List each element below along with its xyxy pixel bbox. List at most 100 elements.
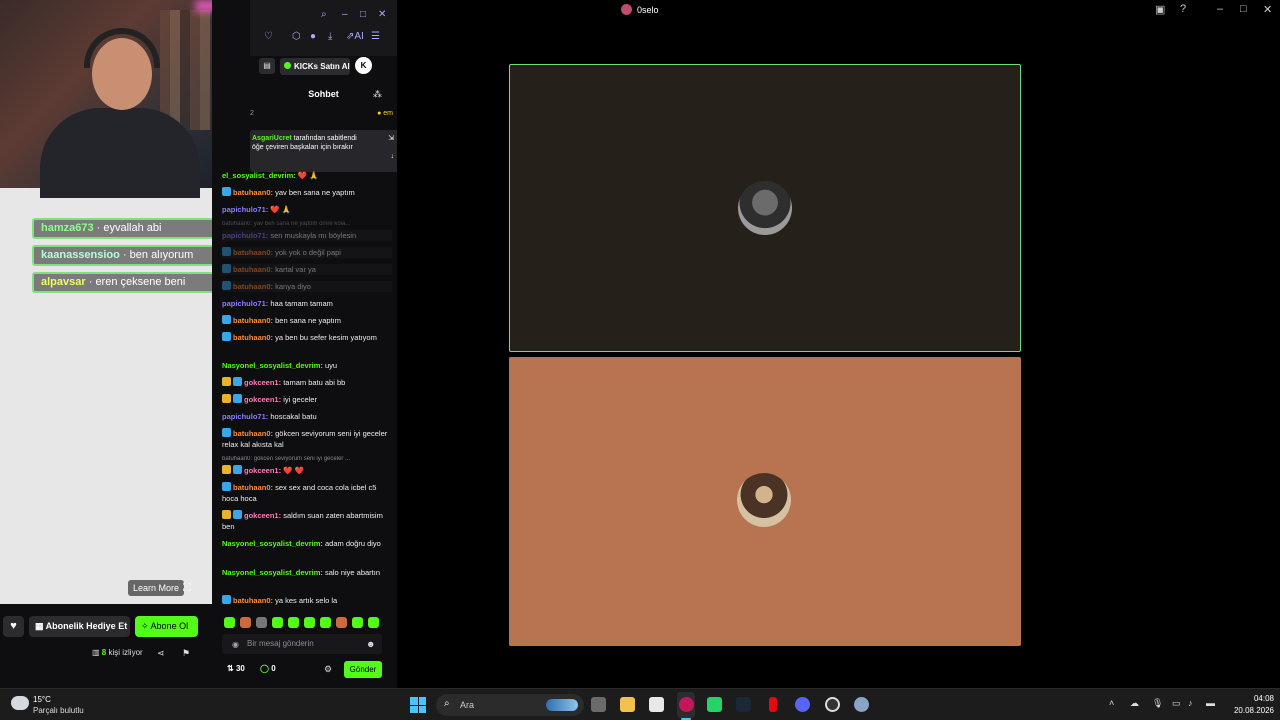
chat-message: gokceen1: ❤️ ❤️ [222,465,392,476]
kicks-coin-icon [284,62,291,69]
emote-icon[interactable] [352,617,363,628]
help-icon[interactable]: ? [1180,3,1186,15]
chat-username[interactable]: gokceen1: [244,511,281,520]
emoji-picker-icon[interactable]: ☻ [366,639,375,649]
learn-more-button[interactable]: Learn More [128,580,185,596]
badge-icon [233,510,242,519]
chat-users-icon[interactable]: ⁂ [373,89,382,100]
oselo-app-icon[interactable] [679,697,694,712]
clock-time[interactable]: 04:08 [1246,694,1274,703]
opera-gx-icon[interactable] [825,697,840,712]
store-icon[interactable] [649,697,664,712]
download-icon[interactable]: ⤓ [328,31,332,42]
maximize-window-icon[interactable]: □ [1240,3,1247,15]
chat-username[interactable]: Nasyonel_sosyalist_devrim: [222,361,323,370]
chat-username[interactable]: papichulo71: [222,412,268,421]
menu-icon[interactable]: ☰ [371,31,380,42]
chat-username[interactable]: Nasyonel_sosyalist_devrim: [222,568,323,577]
report-flag-icon[interactable]: ⚑ [182,648,190,659]
buy-kicks-button[interactable]: KICKs Satın Al [280,58,350,75]
send-button[interactable]: Gönder [344,661,382,678]
minimize-window-icon[interactable]: – [1217,3,1223,15]
chat-username[interactable]: papichulo71: [222,231,268,240]
chat-username[interactable]: batuhaan0: [233,429,273,438]
overlay-text: · eyvallah abi [96,222,162,234]
profile-icon[interactable]: ● [310,31,316,42]
pinned-text: öğe çeviren başkaları için bırakır [252,144,353,151]
whatsapp-icon[interactable] [707,697,722,712]
emote-icon[interactable] [272,617,283,628]
chat-username[interactable]: batuhaan0: [233,483,273,492]
settings-gear-icon[interactable] [854,697,869,712]
emote-icon[interactable] [336,617,347,628]
points-stat[interactable]: ◯ 0 [260,664,276,673]
chat-username[interactable]: papichulo71: [222,299,268,308]
search-icon[interactable]: ⌕ [321,9,327,20]
close-window-icon[interactable]: ✕ [1263,3,1272,16]
gift-sub-button[interactable]: ▦ Abonelik Hediye Et [29,616,130,637]
emote-icon[interactable] [304,617,315,628]
chat-message-input[interactable]: Bir mesaj gönderin [222,634,382,654]
battery-icon[interactable]: ▬ [1206,698,1215,708]
start-button[interactable] [410,697,426,713]
overlay-username: alpavsar [41,276,86,288]
chat-username[interactable]: gokceen1: [244,395,281,404]
chat-username[interactable]: gokceen1: [244,378,281,387]
emote-icon[interactable] [368,617,379,628]
share-ai-icon[interactable]: ⇗AI [346,31,364,42]
onedrive-icon[interactable]: ☁ [1130,698,1139,709]
chat-username[interactable]: batuhaan0: [233,188,273,197]
taskbar-search[interactable]: ⌕ Ara [436,694,584,716]
chat-username[interactable]: batuhaan0: [233,248,273,257]
chat-settings-gear-icon[interactable]: ⚙ [324,664,332,675]
chat-username[interactable]: batuhaan0: [233,596,273,605]
chat-message: Nasyonel_sosyalist_devrim: salo niye aba… [222,567,392,578]
tray-chevron-up-icon[interactable]: ˄ [1109,698,1114,708]
close-icon[interactable]: ✕ [378,9,386,20]
participant-avatar [738,181,792,235]
participant-tile-speaking[interactable] [509,64,1021,352]
collapse-icon[interactable]: ⇲ [388,134,394,143]
chat-username[interactable]: el_sosyalist_devrim: [222,171,296,180]
chat-username[interactable]: batuhaan0: [233,282,273,291]
kick-logo-icon[interactable]: K [355,57,372,74]
netflix-icon[interactable] [769,697,777,712]
chat-username[interactable]: papichulo71: [222,205,268,214]
picture-in-picture-icon[interactable]: ▣ [1155,3,1165,16]
clock-date[interactable]: 20.08.2026 [1228,706,1274,715]
chat-username[interactable]: batuhaan0: [233,316,273,325]
heart-icon[interactable]: ♡ [264,31,273,42]
discord-icon[interactable] [795,697,810,712]
weather-temperature[interactable]: 15°C [33,695,51,704]
expand-arrow-icon[interactable]: ↓ [391,152,395,161]
emote-icon[interactable] [288,617,299,628]
participant-tile[interactable] [509,357,1021,646]
microphone-icon[interactable]: 🎙 [1152,698,1163,709]
file-explorer-icon[interactable] [620,697,635,712]
steam-icon[interactable] [736,697,751,712]
follow-heart-button[interactable]: ♥ [3,616,24,637]
subscribe-button[interactable]: ✧ Abone Ol [135,616,198,637]
chat-username[interactable]: Nasyonel_sosyalist_devrim: [222,539,323,548]
chat-username[interactable]: batuhaan0: [233,333,273,342]
extension-icon[interactable]: ⬡ [292,31,301,42]
chat-username[interactable]: batuhaan0: [233,265,273,274]
cloud-icon[interactable] [11,696,29,710]
weather-description[interactable]: Parçalı bulutlu [33,706,84,715]
emote-icon[interactable] [320,617,331,628]
pinned-message[interactable]: AsgariUcret tarafından sabitlendi ⇲ öğe … [250,130,397,172]
emote-icon[interactable] [224,617,235,628]
network-icon[interactable]: ▭ [1172,698,1181,709]
layout-grid-button[interactable]: ▤ [259,58,275,74]
task-view-icon[interactable] [591,697,606,712]
minimize-icon[interactable]: – [342,9,348,20]
emote-icon[interactable] [256,617,267,628]
share-icon[interactable]: ⋖ [157,648,165,659]
chat-username[interactable]: gokceen1: [244,466,281,475]
emote-icon[interactable] [240,617,251,628]
kicks-stat[interactable]: ⇅ 30 [227,664,245,673]
kick-badge-icon[interactable]: ◉ [232,640,239,649]
fullscreen-icon[interactable]: ⛶ [183,582,195,594]
maximize-icon[interactable]: □ [360,9,366,20]
volume-icon[interactable]: ♪ [1188,698,1193,708]
